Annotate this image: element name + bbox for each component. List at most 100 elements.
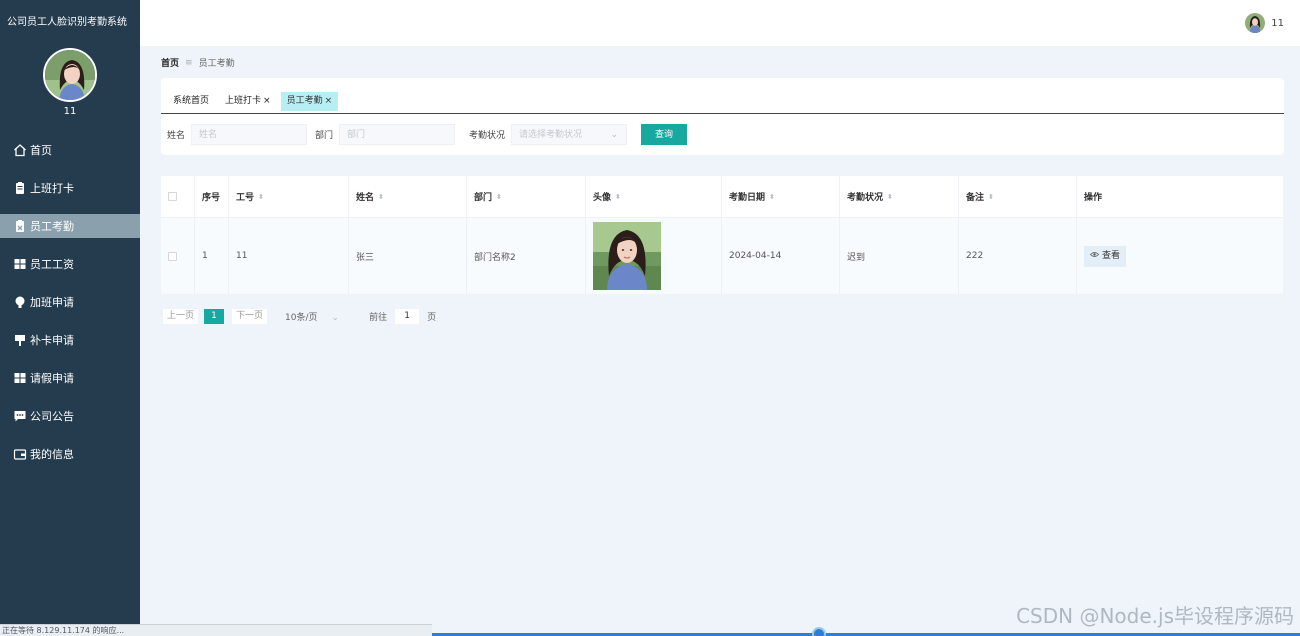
page-jumper: 前往 1 页 (369, 309, 436, 324)
sort-icon[interactable]: ⬍ (988, 193, 994, 201)
column-header: 工号 (236, 193, 255, 203)
tab-clock-in[interactable]: 上班打卡 × (219, 92, 277, 111)
col-emp-no[interactable]: 工号 ⬍ (229, 176, 349, 217)
chat-icon (13, 409, 27, 423)
sidebar-item-label: 我的信息 (30, 448, 74, 461)
dept-label: 部门 (315, 131, 334, 141)
sort-icon[interactable]: ⬍ (615, 193, 621, 201)
tab-bar: 系统首页 上班打卡 × 员工考勤 × (167, 92, 339, 111)
sidebar-username: 11 (63, 106, 77, 117)
cell-dept: 部门名称2 (467, 218, 586, 294)
view-label: 查看 (1102, 250, 1121, 261)
sort-icon[interactable]: ⬍ (378, 193, 384, 201)
sidebar-item-label: 上班打卡 (30, 182, 74, 195)
tab-attendance[interactable]: 员工考勤 × (280, 92, 339, 111)
avatar (1245, 13, 1266, 33)
cell-emp-no: 11 (229, 218, 349, 294)
col-remark[interactable]: 备注 ⬍ (959, 176, 1077, 217)
table-header: 序号 工号 ⬍ 姓名 ⬍ 部门 ⬍ 头像 ⬍ 考勤日期 ⬍ 考勤状况 ⬍ 备注 ⬍ 操作 (161, 176, 1283, 218)
dept-input[interactable]: 部门 (339, 124, 456, 145)
column-header: 序号 (202, 193, 221, 203)
watermark: CSDN @Node.js毕设程序源码 (1016, 604, 1294, 628)
employee-photo[interactable] (593, 222, 661, 290)
cell-status: 迟到 (840, 218, 959, 294)
page-size-value: 10条/页 (285, 313, 318, 323)
clipboard-icon (13, 181, 27, 195)
tab-divider (161, 113, 1284, 114)
sidebar-item-label: 请假申请 (30, 372, 74, 385)
sidebar-item-label: 员工考勤 (30, 220, 74, 233)
sort-icon[interactable]: ⬍ (258, 193, 264, 201)
cell-name: 张三 (349, 218, 467, 294)
app-title: 公司员工人脸识别考勤系统 (7, 17, 127, 28)
filter-panel: 系统首页 上班打卡 × 员工考勤 × 姓名 姓名 部门 部门 考勤状况 请选择考勤状… (161, 78, 1284, 155)
column-header: 考勤状况 (847, 193, 884, 203)
sidebar-item-overtime[interactable]: 加班申请 (0, 290, 140, 314)
browser-status-bar: 正在等待 8.129.11.174 的响应... (0, 624, 432, 636)
breadcrumb-current: 员工考勤 (198, 59, 235, 69)
name-label: 姓名 (167, 131, 186, 141)
cell-date: 2024-04-14 (722, 218, 840, 294)
grid-icon (13, 257, 27, 271)
prev-page-button[interactable]: 上一页 (163, 309, 199, 324)
next-page-button[interactable]: 下一页 (232, 309, 268, 324)
wallet-icon (13, 447, 27, 461)
column-header: 备注 (966, 193, 985, 203)
user-menu[interactable]: 11 (1245, 13, 1284, 33)
col-dept[interactable]: 部门 ⬍ (467, 176, 586, 217)
column-header: 考勤日期 (729, 193, 766, 203)
table-row[interactable]: 1 11 张三 部门名称2 2024-04-14 迟到 222 查看 (161, 218, 1283, 294)
column-header: 部门 (474, 193, 493, 203)
cell-photo (586, 218, 722, 294)
sidebar-item-notice[interactable]: 公司公告 (0, 404, 140, 428)
view-button[interactable]: 查看 (1084, 245, 1127, 267)
close-icon[interactable]: × (263, 96, 271, 106)
sort-icon[interactable]: ⬍ (887, 193, 893, 201)
avatar[interactable] (43, 48, 97, 102)
close-icon[interactable]: × (325, 96, 333, 106)
cell-index: 1 (195, 218, 229, 294)
home-icon (13, 143, 27, 157)
select-all-checkbox[interactable] (168, 192, 177, 201)
col-photo[interactable]: 头像 ⬍ (586, 176, 722, 217)
tab-home[interactable]: 系统首页 (167, 92, 215, 111)
status-select[interactable]: 请选择考勤状况 ⌄ (511, 124, 628, 145)
page-number-current[interactable]: 1 (204, 309, 225, 324)
row-checkbox[interactable] (168, 251, 177, 261)
chevron-down-icon: ⌄ (610, 130, 619, 140)
sidebar-item-makeup-card[interactable]: 补卡申请 (0, 328, 140, 352)
goto-input[interactable]: 1 (395, 309, 420, 324)
sort-icon[interactable]: ⬍ (769, 193, 775, 201)
col-date[interactable]: 考勤日期 ⬍ (722, 176, 840, 217)
col-status[interactable]: 考勤状况 ⬍ (840, 176, 959, 217)
loading-indicator (812, 627, 826, 636)
sidebar-item-clock-in[interactable]: 上班打卡 (0, 176, 140, 200)
brush-icon (13, 333, 27, 347)
status-label: 考勤状况 (469, 131, 506, 141)
name-input[interactable]: 姓名 (191, 124, 308, 145)
goto-label: 前往 (369, 313, 388, 323)
sidebar-item-label: 补卡申请 (30, 334, 74, 347)
breadcrumb-separator: ≡ (185, 57, 193, 68)
attendance-table: 序号 工号 ⬍ 姓名 ⬍ 部门 ⬍ 头像 ⬍ 考勤日期 ⬍ 考勤状况 ⬍ 备注 ⬍ 操作 1 … (161, 176, 1283, 294)
cell-remark: 222 (959, 218, 1077, 294)
page-size-select[interactable]: 10条/页 ⌄ (285, 310, 339, 323)
tab-label: 系统首页 (173, 96, 210, 106)
row-select-cell (161, 218, 195, 294)
sidebar-item-profile[interactable]: 我的信息 (0, 442, 140, 466)
page-unit-label: 页 (427, 313, 437, 323)
col-name[interactable]: 姓名 ⬍ (349, 176, 467, 217)
top-header: 11 (140, 0, 1300, 46)
sidebar-item-home[interactable]: 首页 (0, 138, 140, 162)
sidebar-menu: 首页 上班打卡 员工考勤 员工工资 加班申请 补卡申请 请假申请 公司公告 我的… (0, 138, 140, 466)
sidebar-item-attendance[interactable]: 员工考勤 (0, 214, 140, 238)
sidebar-item-salary[interactable]: 员工工资 (0, 252, 140, 276)
sidebar-item-leave[interactable]: 请假申请 (0, 366, 140, 390)
query-button[interactable]: 查询 (641, 124, 688, 145)
header-username: 11 (1271, 17, 1284, 29)
sort-icon[interactable]: ⬍ (496, 193, 502, 201)
sidebar: 公司员工人脸识别考勤系统 11 首页 上班打卡 员工考勤 员工工资 加班申请 补… (0, 0, 140, 636)
select-all-cell (161, 176, 195, 217)
tab-label: 上班打卡 (225, 96, 262, 106)
breadcrumb-home[interactable]: 首页 (161, 56, 179, 69)
